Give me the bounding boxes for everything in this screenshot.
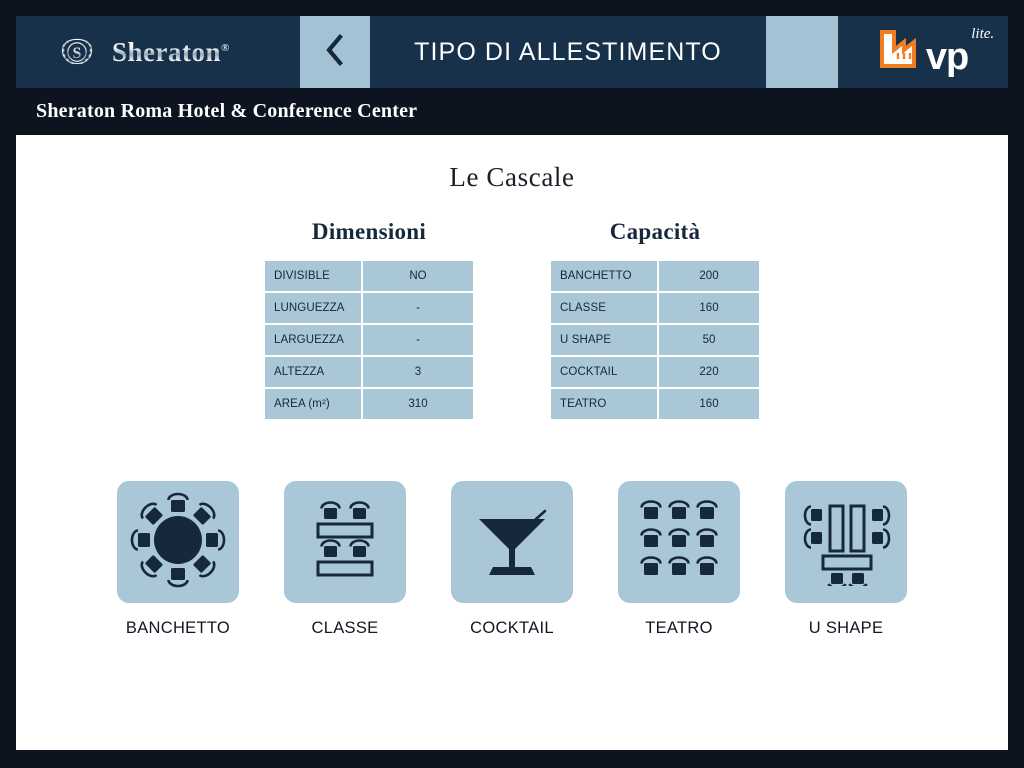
row-label: LUNGUEZZA	[265, 293, 361, 323]
sheraton-laurel-seal-icon: S	[56, 31, 98, 73]
page-title-zone: TIPO DI ALLESTIMENTO	[370, 16, 766, 88]
row-value: 220	[659, 357, 759, 387]
round-table-banquet-icon	[130, 492, 226, 593]
row-label: COCKTAIL	[551, 357, 657, 387]
layout-tile[interactable]	[618, 481, 740, 603]
row-value: 200	[659, 261, 759, 291]
layout-tile[interactable]	[284, 481, 406, 603]
spec-tables: Dimensioni DIVISIBLE NO LUNGUEZZA - LARG…	[16, 219, 1008, 419]
layout-option-u-shape[interactable]: U SHAPE	[785, 481, 907, 638]
row-label: DIVISIBLE	[265, 261, 361, 291]
vp-wordmark-wrap: vp lite.	[925, 26, 994, 78]
row-value: -	[363, 325, 473, 355]
row-label: CLASSE	[551, 293, 657, 323]
layout-option-classe[interactable]: CLASSE	[284, 481, 406, 638]
capacity-heading: Capacità	[609, 219, 701, 244]
row-label: LARGUEZZA	[265, 325, 361, 355]
app-root: S Sheraton® TIPO DI ALLESTIMENTO vp lite…	[0, 0, 1024, 768]
capacity-block: Capacità BANCHETTO 200 CLASSE 160 U SHAP…	[551, 219, 759, 419]
blank-action-button[interactable]	[766, 16, 838, 88]
table-row: COCKTAIL 220	[551, 357, 759, 387]
layout-tile[interactable]	[117, 481, 239, 603]
layout-label: COCKTAIL	[470, 619, 554, 637]
u-shape-tables-icon	[800, 494, 892, 591]
table-row: TEATRO 160	[551, 389, 759, 419]
layout-tile[interactable]	[451, 481, 573, 603]
layout-option-banchetto[interactable]: BANCHETTO	[117, 481, 239, 638]
table-row: U SHAPE 50	[551, 325, 759, 355]
row-label: BANCHETTO	[551, 261, 657, 291]
table-row: ALTEZZA 3	[265, 357, 473, 387]
table-row: DIVISIBLE NO	[265, 261, 473, 291]
room-name: Le Cascale	[449, 162, 575, 192]
layout-option-cocktail[interactable]: COCKTAIL	[451, 481, 573, 638]
row-label: ALTEZZA	[265, 357, 361, 387]
hotel-name-strip: Sheraton Roma Hotel & Conference Center	[16, 88, 1008, 135]
svg-text:S: S	[73, 45, 82, 62]
layout-option-teatro[interactable]: TEATRO	[618, 481, 740, 638]
row-label: TEATRO	[551, 389, 657, 419]
table-row: LUNGUEZZA -	[265, 293, 473, 323]
hotel-name: Sheraton Roma Hotel & Conference Center	[36, 100, 418, 122]
layout-label: U SHAPE	[808, 619, 884, 637]
layout-label: CLASSE	[311, 619, 379, 637]
layout-label: TEATRO	[645, 619, 713, 637]
layout-options: BANCHETTO CLASSE COCKTAIL TEATRO U SHAPE	[16, 481, 1008, 638]
top-header-bar: S Sheraton® TIPO DI ALLESTIMENTO vp lite…	[16, 16, 1008, 88]
row-value: 3	[363, 357, 473, 387]
table-row: AREA (m²) 310	[265, 389, 473, 419]
row-label: AREA (m²)	[265, 389, 361, 419]
vp-lite-suffix: lite.	[971, 26, 995, 42]
back-button[interactable]	[300, 16, 370, 88]
capacity-table: BANCHETTO 200 CLASSE 160 U SHAPE 50 COCK…	[551, 261, 759, 419]
sheraton-wordmark: Sheraton®	[112, 36, 230, 67]
vp-wordmark: vp	[925, 36, 969, 78]
sheraton-brand: S Sheraton®	[16, 16, 300, 88]
dimensions-block: Dimensioni DIVISIBLE NO LUNGUEZZA - LARG…	[265, 219, 473, 419]
chevron-left-icon	[324, 33, 346, 72]
content-panel: Le Cascale Dimensioni DIVISIBLE NO LUNGU…	[16, 135, 1008, 750]
row-value: 50	[659, 325, 759, 355]
row-value: 310	[363, 389, 473, 419]
dimensions-table: DIVISIBLE NO LUNGUEZZA - LARGUEZZA - ALT…	[265, 261, 473, 419]
layout-label: BANCHETTO	[125, 619, 231, 637]
vp-factory-icon	[878, 28, 926, 77]
row-value: 160	[659, 389, 759, 419]
vp-lite-logo[interactable]: vp lite.	[838, 16, 1008, 88]
table-row: BANCHETTO 200	[551, 261, 759, 291]
row-label: U SHAPE	[551, 325, 657, 355]
row-value: 160	[659, 293, 759, 323]
theater-seats-grid-icon	[634, 495, 724, 590]
table-row: LARGUEZZA -	[265, 325, 473, 355]
row-value: NO	[363, 261, 473, 291]
table-row: CLASSE 160	[551, 293, 759, 323]
classroom-desks-icon	[301, 496, 389, 589]
martini-glass-icon	[469, 497, 555, 588]
row-value: -	[363, 293, 473, 323]
page-title: TIPO DI ALLESTIMENTO	[414, 37, 722, 66]
dimensions-heading: Dimensioni	[311, 219, 427, 244]
layout-tile[interactable]	[785, 481, 907, 603]
